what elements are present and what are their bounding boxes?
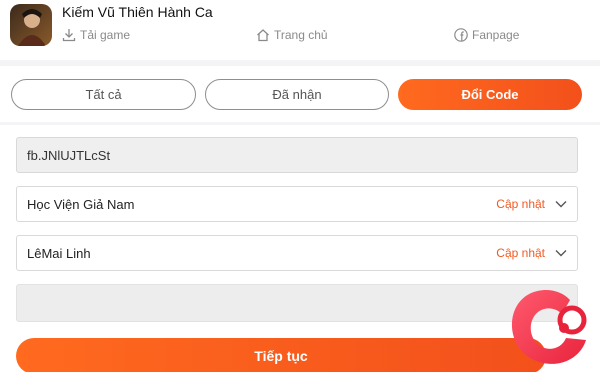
character-value: LêMai Linh [27, 245, 91, 261]
extra-select[interactable] [16, 284, 578, 322]
server-select[interactable]: Học Viện Giả Nam Cập nhật [16, 186, 578, 222]
code-value: fb.JNlUJTLcSt [27, 147, 111, 163]
server-value: Học Viện Giả Nam [27, 196, 135, 212]
server-update-link[interactable]: Cập nhật [496, 197, 545, 211]
home-link[interactable]: Trang chủ [256, 28, 328, 42]
home-icon [257, 29, 269, 42]
watermark-logo [511, 289, 587, 364]
tab-received[interactable]: Đã nhận [205, 79, 389, 110]
tab-all[interactable]: Tất cả [11, 79, 196, 110]
character-update-link[interactable]: Cập nhật [496, 246, 545, 260]
game-app-icon[interactable] [10, 4, 52, 46]
download-icon [62, 29, 76, 42]
header: Kiếm Vũ Thiên Hành Ca Tải game Trang chủ… [0, 0, 600, 60]
download-link[interactable]: Tải game [62, 28, 130, 42]
chevron-down-icon[interactable] [555, 200, 567, 208]
continue-button[interactable]: Tiếp tục [16, 338, 546, 372]
tab-redeem-code[interactable]: Đổi Code [398, 79, 582, 110]
home-label: Trang chủ [274, 28, 328, 42]
app-title: Kiếm Vũ Thiên Hành Ca [62, 4, 213, 20]
code-field[interactable]: fb.JNlUJTLcSt [16, 137, 578, 173]
download-label: Tải game [80, 28, 131, 42]
tab-bar: Tất cả Đã nhận Đổi Code [0, 66, 600, 122]
fanpage-label: Fanpage [472, 28, 520, 42]
character-select[interactable]: LêMai Linh Cập nhật [16, 235, 578, 271]
chevron-down-icon[interactable] [555, 249, 567, 257]
facebook-icon [454, 28, 468, 42]
fanpage-link[interactable]: Fanpage [454, 28, 519, 42]
